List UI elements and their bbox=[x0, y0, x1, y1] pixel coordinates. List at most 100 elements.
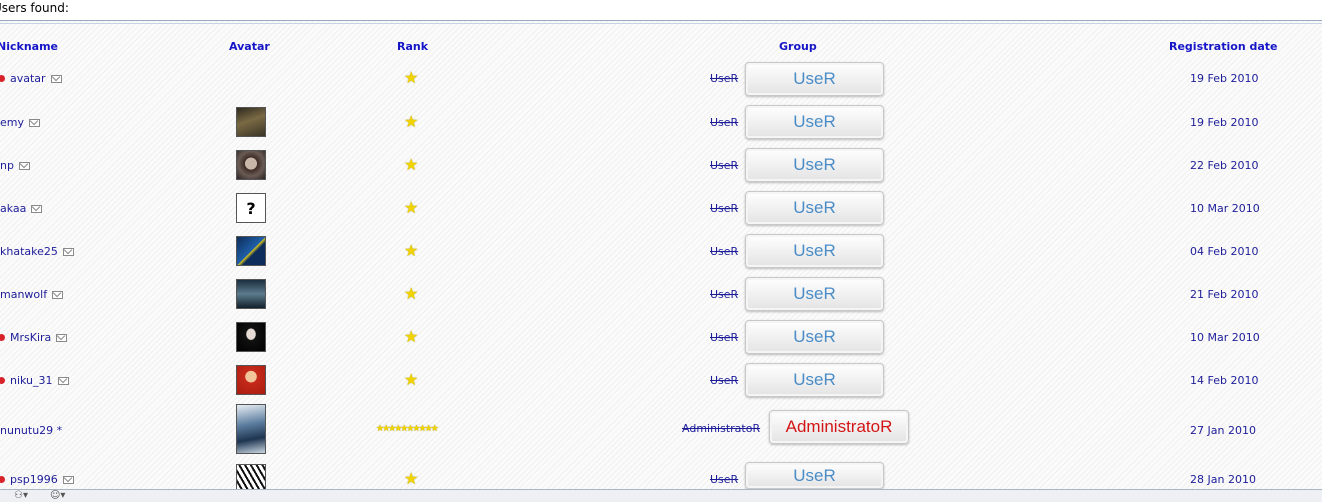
group-button[interactable]: UseR bbox=[745, 105, 884, 139]
star-icon: ★ bbox=[404, 327, 419, 346]
avatar-image[interactable] bbox=[236, 279, 266, 309]
registration-date: 19 Feb 2010 bbox=[1190, 116, 1259, 129]
bottom-toolbar: ⚇▾ ☺▾ bbox=[0, 489, 1322, 502]
table-row: nunutu29 * ★★★★★★★★★★ AdministratoR Admi… bbox=[0, 402, 1322, 456]
envelope-icon[interactable] bbox=[29, 118, 40, 127]
group-button[interactable]: UseR bbox=[745, 234, 884, 268]
group-button[interactable]: UseR bbox=[745, 277, 884, 311]
table-row: np ★ UseR UseR 22 Feb 2010 bbox=[0, 144, 1322, 184]
table-row: akaa ? ★ UseR UseR 10 Mar 2010 bbox=[0, 187, 1322, 227]
online-dot-icon bbox=[0, 75, 5, 82]
nickname-cell: MrsKira bbox=[0, 331, 68, 344]
nickname-cell: nunutu29 * bbox=[0, 424, 62, 437]
avatar-image[interactable] bbox=[236, 150, 266, 180]
column-header-avatar: Avatar bbox=[229, 40, 270, 53]
table-row: avatar ★ UseR UseR 19 Feb 2010 bbox=[0, 58, 1322, 98]
nickname-link[interactable]: akaa bbox=[0, 202, 26, 215]
group-button[interactable]: UseR bbox=[745, 148, 884, 182]
group-label[interactable]: UseR bbox=[710, 374, 738, 387]
nickname-link[interactable]: nunutu29 * bbox=[0, 424, 62, 437]
table-row: MrsKira ★ UseR UseR 10 Mar 2010 bbox=[0, 316, 1322, 356]
group-button[interactable]: AdministratoR bbox=[769, 410, 909, 444]
group-button[interactable]: UseR bbox=[745, 363, 884, 397]
avatar-image[interactable] bbox=[236, 322, 266, 352]
star-icon: ★ bbox=[404, 198, 419, 217]
envelope-icon[interactable] bbox=[62, 475, 74, 484]
nickname-link[interactable]: emy bbox=[0, 116, 24, 129]
registration-date: 27 Jan 2010 bbox=[1190, 424, 1256, 437]
nickname-link[interactable]: manwolf bbox=[0, 288, 47, 301]
nickname-cell: emy bbox=[0, 116, 40, 129]
nickname-link[interactable]: khatake25 bbox=[0, 245, 58, 258]
table-row: niku_31 ★ UseR UseR 14 Feb 2010 bbox=[0, 359, 1322, 399]
group-label[interactable]: AdministratoR bbox=[682, 422, 760, 435]
group-button[interactable]: UseR bbox=[745, 191, 884, 225]
registration-date: 10 Mar 2010 bbox=[1190, 202, 1260, 215]
rank-stars-icon: ★★★★★★★★★★ bbox=[376, 424, 439, 434]
star-icon: ★ bbox=[404, 284, 419, 303]
registration-date: 22 Feb 2010 bbox=[1190, 159, 1259, 172]
star-icon: ★ bbox=[404, 370, 419, 389]
group-label[interactable]: UseR bbox=[710, 159, 738, 172]
star-icon: ★ bbox=[404, 68, 419, 87]
nickname-cell: avatar bbox=[0, 72, 62, 85]
nickname-cell: psp1996 bbox=[0, 473, 74, 486]
star-icon: ★ bbox=[404, 112, 419, 131]
nickname-link[interactable]: niku_31 bbox=[10, 374, 53, 387]
nickname-cell: akaa bbox=[0, 202, 43, 215]
table-row: emy ★ UseR UseR 19 Feb 2010 bbox=[0, 101, 1322, 141]
table-row: manwolf ★ UseR UseR 21 Feb 2010 bbox=[0, 273, 1322, 313]
column-header-nickname[interactable]: Nickname bbox=[0, 40, 58, 53]
online-dot-icon bbox=[0, 476, 5, 483]
column-header-rank[interactable]: Rank bbox=[397, 40, 428, 53]
envelope-icon[interactable] bbox=[57, 376, 69, 385]
avatar-image[interactable]: ? bbox=[236, 193, 266, 223]
group-label[interactable]: UseR bbox=[710, 202, 738, 215]
registration-date: 19 Feb 2010 bbox=[1190, 72, 1259, 85]
group-button[interactable]: UseR bbox=[745, 320, 884, 354]
envelope-icon[interactable] bbox=[52, 290, 64, 299]
registration-date: 10 Mar 2010 bbox=[1190, 331, 1260, 344]
divider bbox=[0, 23, 1322, 24]
question-mark-icon: ? bbox=[246, 198, 256, 218]
nickname-link[interactable]: avatar bbox=[10, 72, 46, 85]
group-label[interactable]: UseR bbox=[710, 72, 738, 85]
nickname-cell: np bbox=[0, 159, 30, 172]
envelope-icon[interactable] bbox=[18, 161, 30, 170]
group-label[interactable]: UseR bbox=[710, 245, 738, 258]
registration-date: 28 Jan 2010 bbox=[1190, 473, 1256, 486]
envelope-icon[interactable] bbox=[50, 74, 62, 83]
envelope-icon[interactable] bbox=[31, 204, 43, 213]
envelope-icon[interactable] bbox=[62, 247, 74, 256]
group-label[interactable]: UseR bbox=[710, 288, 738, 301]
avatar-image[interactable] bbox=[236, 464, 266, 490]
column-header-registration-date[interactable]: Registration date bbox=[1169, 40, 1278, 53]
nickname-cell: niku_31 bbox=[0, 374, 69, 387]
nickname-link[interactable]: psp1996 bbox=[10, 473, 58, 486]
avatar-image[interactable] bbox=[236, 365, 266, 395]
star-icon: ★ bbox=[404, 241, 419, 260]
nickname-cell: manwolf bbox=[0, 288, 64, 301]
group-button[interactable]: UseR bbox=[745, 62, 884, 96]
envelope-icon[interactable] bbox=[56, 333, 68, 342]
registration-date: 14 Feb 2010 bbox=[1190, 374, 1259, 387]
table-row: khatake25 ★ UseR UseR 04 Feb 2010 bbox=[0, 230, 1322, 270]
smiley-icon[interactable]: ☺▾ bbox=[50, 490, 65, 501]
avatar-image[interactable] bbox=[236, 236, 266, 266]
online-dot-icon bbox=[0, 334, 5, 341]
online-dot-icon bbox=[0, 377, 5, 384]
registration-date: 04 Feb 2010 bbox=[1190, 245, 1259, 258]
star-icon: ★ bbox=[404, 469, 419, 488]
nickname-link[interactable]: np bbox=[0, 159, 14, 172]
nickname-link[interactable]: MrsKira bbox=[10, 331, 51, 344]
group-label[interactable]: UseR bbox=[710, 331, 738, 344]
users-icon[interactable]: ⚇▾ bbox=[14, 490, 28, 501]
star-icon: ★ bbox=[404, 155, 419, 174]
nickname-cell: khatake25 bbox=[0, 245, 74, 258]
avatar-image[interactable] bbox=[236, 107, 266, 137]
group-button[interactable]: UseR bbox=[745, 462, 884, 489]
column-header-group[interactable]: Group bbox=[779, 40, 817, 53]
group-label[interactable]: UseR bbox=[710, 473, 738, 486]
avatar-image[interactable] bbox=[236, 404, 266, 454]
group-label[interactable]: UseR bbox=[710, 116, 738, 129]
